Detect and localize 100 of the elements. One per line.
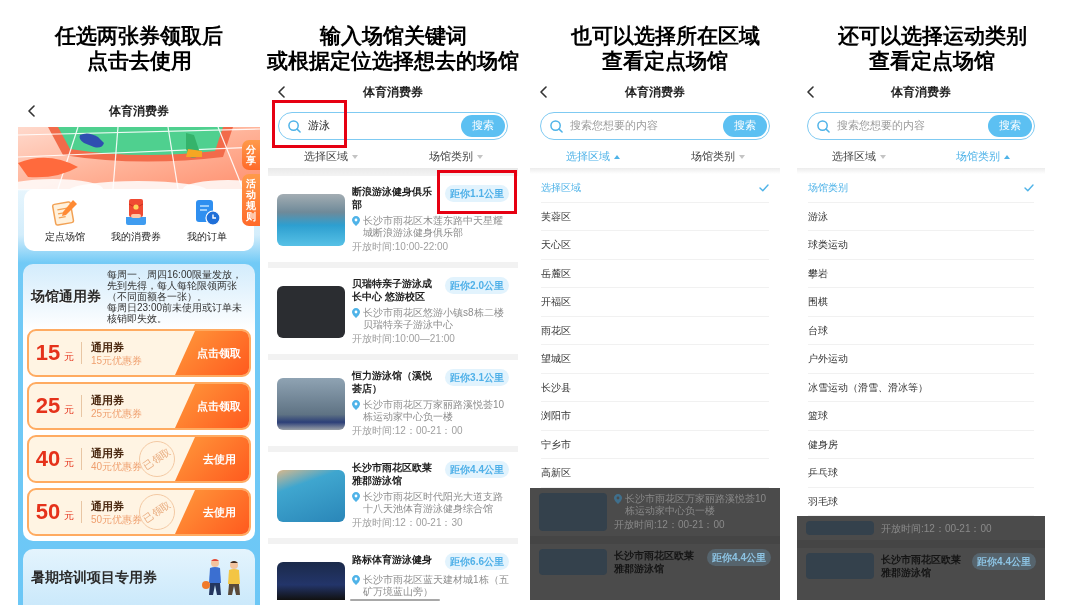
page-title: 体育消费券 [891, 84, 951, 101]
filter-tab[interactable]: 选择区域 [832, 149, 886, 165]
opening-hours: 开放时间:10:00-22:00 [352, 241, 450, 253]
currency-unit: 元 [64, 403, 75, 417]
dropdown-option[interactable]: 开福区 [541, 288, 769, 317]
dropdown-option[interactable]: 望城区 [541, 345, 769, 374]
photo-placeholder [277, 378, 345, 430]
back-icon[interactable] [807, 86, 814, 98]
dropdown-option[interactable]: 浏阳市 [541, 402, 769, 431]
venue-name: 贝瑞特亲子游泳成长中心 悠游校区 [352, 277, 433, 303]
section-title: 场馆通用券 [31, 287, 101, 306]
coupon-amount: 40 [35, 447, 61, 471]
venue-address: 长沙市雨花区木莲东路中天星耀城断浪游泳健身俱乐部 [363, 215, 504, 239]
check-icon [759, 183, 769, 192]
rule-note: 每周日23:00前未使用或订单未核销即失效。 [107, 302, 244, 324]
coupon-name: 通用券 [91, 339, 125, 354]
opening-hours: 开放时间:10:00—21:00 [352, 333, 456, 345]
location-pin-icon [352, 216, 360, 226]
page-title: 体育消费券 [363, 84, 423, 101]
location-pin-icon [352, 308, 360, 318]
venue-name: 路标体育游泳健身 [352, 553, 433, 566]
dropdown-option[interactable]: 乒乓球 [808, 459, 1034, 488]
coupon-amount: 25 [35, 394, 61, 418]
dropdown-option[interactable]: 户外运动 [808, 345, 1034, 374]
back-icon[interactable] [540, 86, 547, 98]
caret-icon [1004, 155, 1010, 159]
check-icon [1024, 183, 1034, 192]
shortcut-button[interactable]: 我的订单 [186, 197, 227, 243]
back-icon[interactable] [28, 105, 35, 117]
caption-text: 也可以选择所在区域 [570, 23, 760, 48]
coupon-subtitle: 25元优惠券 [91, 406, 143, 420]
coupon-name: 通用券 [91, 392, 125, 407]
dropdown-option[interactable]: 长沙县 [541, 373, 769, 402]
dropdown-option[interactable]: 宁乡市 [541, 430, 769, 459]
back-icon[interactable] [278, 86, 285, 98]
photo-placeholder [277, 286, 345, 338]
caption-text: 输入场馆关键词 [319, 23, 467, 48]
caption-text: 查看定点场馆 [602, 48, 728, 73]
dropdown-option[interactable]: 岳麓区 [541, 259, 769, 288]
dropdown-option[interactable]: 台球 [808, 316, 1034, 345]
distance-badge: 距你6.6公里 [445, 553, 509, 570]
page-title: 体育消费券 [625, 84, 685, 101]
dropdown-option[interactable]: 雨花区 [541, 316, 769, 345]
distance-badge: 距你4.4公里 [707, 548, 771, 566]
distance-badge: 距你2.0公里 [445, 277, 509, 294]
page-title: 体育消费券 [109, 103, 169, 120]
dropdown-option[interactable]: 篮球 [808, 402, 1034, 431]
caption-text: 还可以选择运动类别 [837, 23, 1027, 48]
currency-unit: 元 [64, 509, 75, 523]
dropdown-option[interactable]: 芙蓉区 [541, 202, 769, 231]
caret-icon [880, 155, 886, 159]
dropdown-option[interactable]: 冰雪运动（滑雪、滑冰等） [808, 373, 1034, 402]
search-icon [288, 119, 301, 133]
venue-address: 长沙市雨花区悠游小镇s8栋二楼贝瑞特亲子游泳中心 [363, 307, 505, 331]
caret-icon [351, 155, 358, 159]
venue-address: 长沙市雨花区万家丽路溪悦荟10栋运动家中心负一楼 [363, 399, 506, 423]
notepad-pencil-icon [51, 197, 80, 226]
distance-badge: 距你4.4公里 [445, 461, 509, 478]
venue-name: 断浪游泳健身俱乐部 [352, 185, 433, 211]
dropdown-option[interactable]: 围棋 [808, 288, 1034, 317]
filter-tab[interactable]: 选择区域 [303, 149, 358, 165]
rule-note: 每周一、周四16:00限量发放，先到先得，每人每轮限领两张（不同面额各一张）。 [107, 269, 244, 302]
filter-tab[interactable]: 场馆类别 [428, 149, 483, 165]
photo-placeholder [277, 470, 345, 522]
dropdown-option[interactable]: 球类运动 [808, 231, 1034, 260]
dropdown-option[interactable]: 攀岩 [808, 259, 1034, 288]
caret-icon [613, 155, 620, 159]
caption-text: 点击去使用 [86, 48, 192, 73]
coupon-amount: 15 [35, 341, 61, 365]
location-pin-icon [352, 400, 360, 410]
dropdown-option[interactable]: 天心区 [541, 231, 769, 260]
caption-text: 或根据定位选择想去的场馆 [267, 48, 519, 73]
filter-tab[interactable]: 场馆类别 [690, 149, 745, 165]
distance-badge: 距你3.1公里 [445, 369, 509, 386]
distance-badge: 距你4.4公里 [972, 553, 1036, 570]
shortcut-button[interactable]: 定点场馆 [45, 197, 86, 243]
location-pin-icon [352, 575, 360, 585]
venue-address: 长沙市雨花区蓝天建材城1栋（五矿万境蓝山旁） [363, 574, 509, 598]
coupon-name: 通用券 [91, 445, 125, 460]
distance-badge: 距你1.1公里 [445, 185, 509, 202]
photo-placeholder [277, 194, 345, 246]
coupon-amount: 50 [35, 500, 61, 524]
dropdown-option[interactable]: 高新区 [541, 459, 769, 488]
search-icon [817, 119, 830, 133]
caret-icon [738, 155, 745, 159]
caption-text: 任选两张券领取后 [55, 23, 223, 48]
coupon-name: 通用券 [91, 498, 125, 513]
shortcut-button[interactable]: 我的消费券 [111, 197, 161, 243]
opening-hours: 开放时间:12：00-21：00 [352, 425, 464, 437]
search-field[interactable]: 游泳 搜索 [278, 112, 508, 140]
caption-text: 查看定点场馆 [869, 48, 995, 73]
location-pin-icon [352, 492, 360, 502]
dropdown-option[interactable]: 健身房 [808, 430, 1034, 459]
opening-hours: 开放时间:12：00-21：30 [352, 517, 464, 529]
dropdown-option[interactable]: 游泳 [808, 202, 1034, 231]
venue-name: 长沙市雨花区欧莱雅郡游泳馆 [352, 461, 433, 487]
venue-address: 长沙市雨花区时代阳光大道支路十八天池体育游泳健身综合馆 [363, 491, 504, 515]
venue-name: 恒力游泳馆（溪悦荟店） [352, 369, 433, 395]
coupon-subtitle: 15元优惠券 [91, 353, 143, 367]
photo-placeholder [277, 562, 345, 600]
